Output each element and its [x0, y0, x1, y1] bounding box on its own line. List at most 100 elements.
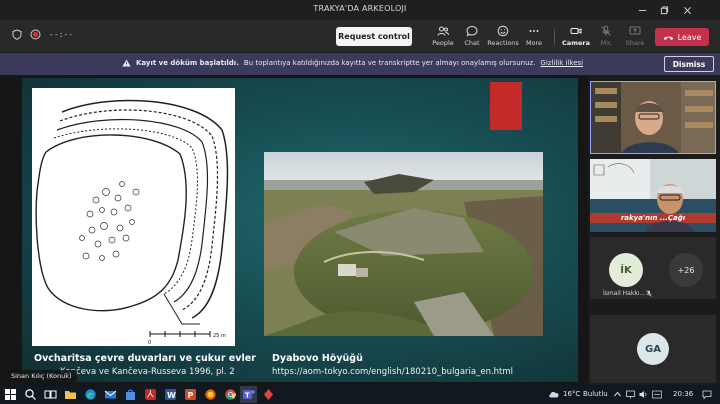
window-title: TRAKYA'DA ARKEOLOJI [313, 4, 407, 13]
close-icon [683, 6, 691, 14]
weather-condition: Bulutlu [583, 390, 608, 398]
svg-text:T: T [245, 392, 250, 400]
shared-content-stage: 0 25 m Ovcharitsa çevre duvarları ve çuk… [0, 75, 588, 385]
chat-button[interactable]: Chat [456, 24, 488, 50]
network-icon[interactable] [626, 390, 635, 399]
teams-icon[interactable]: T [242, 388, 255, 401]
avatar-ik: İK [609, 253, 643, 287]
scale-zero-label: 0 [148, 340, 151, 346]
chat-label: Chat [464, 39, 480, 47]
banner-text: Bu toplantıya katıldığınızda kayıtta ve … [243, 59, 536, 67]
leave-label: Leave [677, 32, 702, 42]
participant-video-1[interactable] [590, 81, 716, 154]
camera-label: Camera [562, 39, 590, 47]
recording-banner: Kayıt ve döküm başlatıldı. Bu toplantıya… [0, 53, 720, 75]
aerial-photo-illustration [264, 152, 543, 336]
left-caption-source: Kančeva ve Kančeva-Russeva 1996, pl. 2 [60, 367, 235, 377]
dismiss-button[interactable]: Dismiss [664, 56, 714, 72]
right-caption-title: Dyabovo Höyüğü [272, 353, 363, 364]
store-icon[interactable] [124, 388, 137, 401]
left-caption-title: Ovcharitsa çevre duvarları ve çukur evle… [34, 353, 256, 364]
mic-button[interactable]: Mic [590, 24, 622, 50]
site-plan-drawing: 0 25 m [32, 88, 235, 346]
share-label: Share [625, 39, 645, 47]
more-label: More [525, 39, 543, 47]
powerpoint-icon[interactable]: P [184, 388, 197, 401]
warning-icon [122, 59, 131, 67]
mic-off-icon [601, 25, 611, 36]
notification-icon[interactable] [702, 390, 712, 399]
participant-2-overlay-text: rakya'nın ...Çağı [620, 214, 686, 222]
minimize-button[interactable] [632, 2, 652, 18]
request-control-button[interactable]: Request control [336, 27, 412, 46]
more-icon [529, 30, 539, 32]
participant-tile-ga[interactable]: GA [590, 315, 716, 383]
svg-text:W: W [167, 391, 176, 400]
reactions-icon [497, 25, 509, 37]
participant-name-ik: İsmail Hakkı... [603, 290, 646, 297]
chat-icon [466, 25, 478, 37]
firefox-icon[interactable] [204, 388, 217, 401]
mail-icon[interactable] [104, 388, 117, 401]
share-screen-icon [629, 26, 641, 35]
participant-1-video-feed [591, 82, 715, 153]
share-button[interactable]: Share [619, 24, 651, 50]
slide-red-accent [490, 82, 522, 130]
minimize-icon [638, 9, 646, 11]
weather-cloud-icon [549, 391, 559, 398]
avatar-ga: GA [637, 333, 669, 365]
overflow-participants-count[interactable]: +26 [669, 253, 703, 287]
banner-title: Kayıt ve döküm başlatıldı. [136, 59, 239, 67]
phone-hangup-icon [663, 36, 673, 40]
language-icon[interactable] [652, 390, 662, 399]
mic-label: Mic [600, 39, 612, 47]
toolbar-divider [554, 29, 555, 45]
shield-icon [12, 29, 22, 40]
right-caption-url: https://aom-tokyo.com/english/180210_bul… [272, 367, 514, 377]
clock: 20:36 [673, 390, 694, 398]
close-button[interactable] [677, 2, 697, 18]
chrome-icon[interactable] [224, 388, 237, 401]
tray-chevron-up-icon[interactable] [614, 391, 621, 397]
leave-button[interactable]: Leave [655, 28, 709, 46]
participants-panel: rakya'nın ...Çağı İK +26 İsmail Hakkı...… [588, 75, 720, 385]
presentation-slide: 0 25 m Ovcharitsa çevre duvarları ve çuk… [22, 78, 578, 382]
scale-label: 25 m [213, 333, 226, 339]
presenter-name-tag: Sinan Kılıç (Konuk) [6, 370, 77, 382]
camera-icon [570, 28, 582, 34]
people-label: People [432, 39, 454, 47]
meeting-status: --:-- [12, 29, 73, 40]
word-icon[interactable]: W [164, 388, 177, 401]
file-explorer-icon[interactable] [64, 388, 77, 401]
svg-text:P: P [188, 391, 194, 400]
maximize-button[interactable] [654, 2, 674, 18]
camera-button[interactable]: Camera [560, 24, 592, 50]
acrobat-icon[interactable] [144, 388, 157, 401]
app-icon[interactable] [262, 388, 275, 401]
meeting-toolbar: --:-- Request control People Chat Reacti… [0, 20, 720, 53]
aerial-site-photo [264, 152, 543, 336]
edge-icon[interactable] [84, 388, 97, 401]
participant-tile-ik[interactable]: İK +26 İsmail Hakkı... [590, 237, 716, 299]
teams-meeting-window: TRAKYA'DA ARKEOLOJI --:-- Request contro… [0, 0, 720, 404]
windows-taskbar: W P T 16°C Bulutlu 20:36 [0, 385, 720, 404]
volume-icon[interactable] [639, 390, 648, 399]
banner-message: Kayıt ve döküm başlatıldı. Bu toplantıya… [122, 59, 583, 67]
windows-start-icon[interactable] [4, 388, 17, 401]
reactions-label: Reactions [487, 39, 519, 47]
task-view-icon[interactable] [44, 388, 57, 401]
restore-icon [660, 5, 668, 14]
more-button[interactable]: More [518, 24, 550, 50]
participant-video-2[interactable]: rakya'nın ...Çağı [590, 159, 716, 232]
title-bar: TRAKYA'DA ARKEOLOJI [0, 0, 720, 20]
mic-muted-icon [646, 290, 652, 297]
meeting-timer: --:-- [49, 30, 74, 39]
temperature: 16°C [563, 390, 581, 398]
recording-icon [30, 29, 41, 40]
reactions-button[interactable]: Reactions [487, 24, 519, 50]
people-button[interactable]: People [427, 24, 459, 50]
site-plan-illustration: 0 25 m [35, 99, 229, 346]
search-icon[interactable] [24, 388, 37, 401]
privacy-policy-link[interactable]: Gizlilik ilkesi [540, 59, 583, 67]
people-icon [437, 26, 449, 36]
